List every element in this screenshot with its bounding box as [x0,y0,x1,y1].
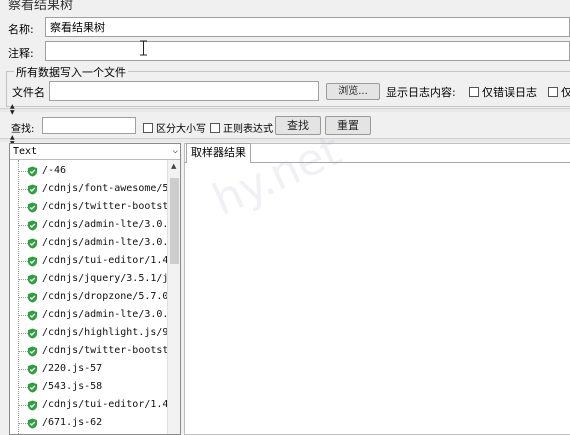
name-label: 名称: [8,23,34,36]
tree-item-label: /cdnjs/font-awesome/5 [42,183,169,194]
tree-item[interactable]: /671.js-62 [10,414,170,432]
collapse-arrow-icon[interactable]: ▲ ▼ [10,104,15,116]
success-shield-icon [27,364,38,375]
tree-item[interactable]: /cdnjs/dropzone/5.7.0 [10,288,170,306]
comment-label: 注释: [8,47,34,60]
tree-item[interactable]: /-46 [10,162,170,180]
success-shield-icon [27,346,38,357]
successes-only-label: 仅 [561,86,570,99]
success-shield-icon [27,418,38,429]
tree-item[interactable]: /543.js-58 [10,378,170,396]
successes-only-box[interactable] [548,87,558,97]
renderer-select-value: Text [13,146,38,157]
tree-item[interactable]: /cdnjs/admin-lte/3.0. [10,216,170,234]
tree-item-label: /cdnjs/tui-editor/1.4 [42,255,169,266]
name-input[interactable]: 察看结果树 [45,17,570,37]
tree-item[interactable]: /cdnjs/tui-editor/1.4 [10,252,170,270]
success-shield-icon [27,310,38,321]
tree-item[interactable]: /cdnjs/jquery/3.5.1/j [10,270,170,288]
tree-item[interactable]: /cdnjs/font-awesome/5 [10,180,170,198]
success-shield-icon [27,220,38,231]
tree-item-label: /cdnjs/dropzone/5.7.0 [42,291,169,302]
tab-sampler-result[interactable]: 取样器结果 [186,143,251,163]
browse-button[interactable]: 浏览... [326,83,380,100]
splitter-top[interactable] [0,108,570,112]
scroll-thumb[interactable] [170,178,179,264]
tree-item-label: /cdnjs/twitter-bootst [42,345,169,356]
tree-item-label: /-46 [42,165,67,176]
reset-button[interactable]: 重置 [325,116,371,135]
regex-checkbox[interactable]: 正则表达式 [210,120,273,135]
tree-item-label: /cdnjs/admin-lte/3.0. [42,237,169,248]
log-display-label: 显示日志内容: [386,86,456,99]
errors-only-label: 仅错误日志 [482,86,537,99]
splitter-bottom[interactable] [0,138,570,142]
tree-item-label: /cdnjs/twitter-bootst [42,201,169,212]
success-shield-icon [27,202,38,213]
case-sensitive-label: 区分大小写 [156,124,206,135]
regex-label: 正则表达式 [223,124,273,135]
regex-box[interactable] [210,123,220,133]
errors-only-box[interactable] [469,87,479,97]
filename-label: 文件名 [12,86,45,99]
tree-item[interactable]: /cdnjs/twitter-bootst [10,198,170,216]
filename-input[interactable] [49,81,319,101]
case-sensitive-checkbox[interactable]: 区分大小写 [143,120,206,135]
tree-item[interactable]: /cdnjs/twitter-bootst [10,342,170,360]
search-input[interactable] [42,117,136,134]
tree-body: /-46/cdnjs/font-awesome/5/cdnjs/twitter-… [10,160,180,434]
text-cursor-icon [140,40,147,56]
tree-item-label: /cdnjs/highlight.js/9 [42,327,169,338]
errors-only-checkbox[interactable]: 仅错误日志 [469,84,537,100]
success-shield-icon [27,382,38,393]
tree-item-label: /671.js-62 [42,417,103,428]
tree-item[interactable]: /220.js-57 [10,360,170,378]
tree-item[interactable]: /cdnjs/admin-lte/3.0. [10,306,170,324]
case-sensitive-box[interactable] [143,123,153,133]
successes-only-checkbox[interactable]: 仅 [548,84,570,100]
success-shield-icon [27,400,38,411]
tree-item-label: /cdnjs/tui-editor/1.4 [42,399,169,410]
tree-item-label: /cdnjs/admin-lte/3.0. [42,309,169,320]
tree-item-label: /220.js-57 [42,363,103,374]
find-button[interactable]: 查找 [275,116,321,135]
tree-item[interactable]: /cdnjs/tui-editor/1.4 [10,396,170,414]
renderer-select[interactable]: Text ⌵ [10,144,180,160]
tree-scrollbar[interactable]: ▲ [167,160,180,434]
tree-item[interactable]: /cdnjs/admin-lte/3.0. [10,234,170,252]
success-shield-icon [27,274,38,285]
search-label: 查找: [11,124,35,135]
result-tree[interactable]: Text ⌵ /-46/cdnjs/font-awesome/5/cdnjs/t… [9,143,181,435]
chevron-down-icon[interactable]: ⌵ [173,144,178,159]
results-panel [184,143,570,435]
tree-item-label: /543.js-58 [42,381,103,392]
success-shield-icon [27,328,38,339]
file-section-legend: 所有数据写入一个文件 [14,64,128,80]
tree-item-label: /cdnjs/admin-lte/3.0. [42,219,169,230]
success-shield-icon [27,256,38,267]
success-shield-icon [27,184,38,195]
success-shield-icon [27,292,38,303]
panel-title: 察看结果树 [8,0,74,13]
scroll-up-icon[interactable]: ▲ [171,162,176,170]
comment-input[interactable] [45,41,570,61]
success-shield-icon [27,238,38,249]
tree-item[interactable]: /cdnjs/highlight.js/9 [10,324,170,342]
tree-item-label: /cdnjs/jquery/3.5.1/j [42,273,169,284]
success-shield-icon [27,166,38,177]
